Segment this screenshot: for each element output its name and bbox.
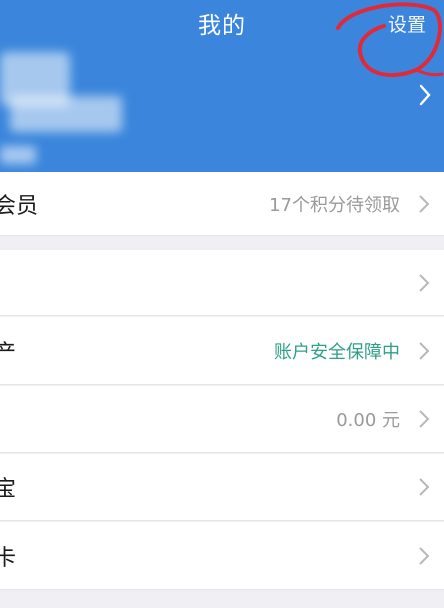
red-annotation-circle	[336, 2, 444, 78]
chevron-right-icon	[419, 273, 430, 292]
account-redacted	[0, 146, 36, 164]
list-item-member[interactable]: 会员 17个积分待领取	[0, 172, 444, 236]
chevron-right-icon	[419, 194, 430, 213]
list-item-label: 宝	[0, 477, 17, 502]
chevron-right-icon	[419, 341, 430, 360]
list-item-blank[interactable]	[0, 250, 444, 316]
list-item-card[interactable]: 卡	[0, 522, 444, 590]
chevron-right-icon[interactable]	[418, 84, 432, 106]
list-item-label: 会员	[0, 193, 39, 219]
list-item-label: 卡	[0, 545, 17, 571]
chevron-right-icon	[419, 410, 430, 428]
username-redacted	[10, 96, 122, 132]
list-item-balance[interactable]: 0.00 元	[0, 386, 444, 453]
list-item-assets[interactable]: 产 账户安全保障中	[0, 317, 444, 385]
profile-header: 我的 设置	[0, 0, 444, 172]
chevron-right-icon	[419, 546, 430, 565]
list-item-label: 产	[0, 340, 17, 366]
list-item-bao[interactable]: 宝	[0, 454, 444, 521]
balance-value: 0.00 元	[336, 410, 400, 431]
account-security-status: 账户安全保障中	[274, 341, 400, 363]
chevron-right-icon	[419, 478, 430, 496]
list-item-value: 17个积分待领取	[269, 194, 400, 216]
